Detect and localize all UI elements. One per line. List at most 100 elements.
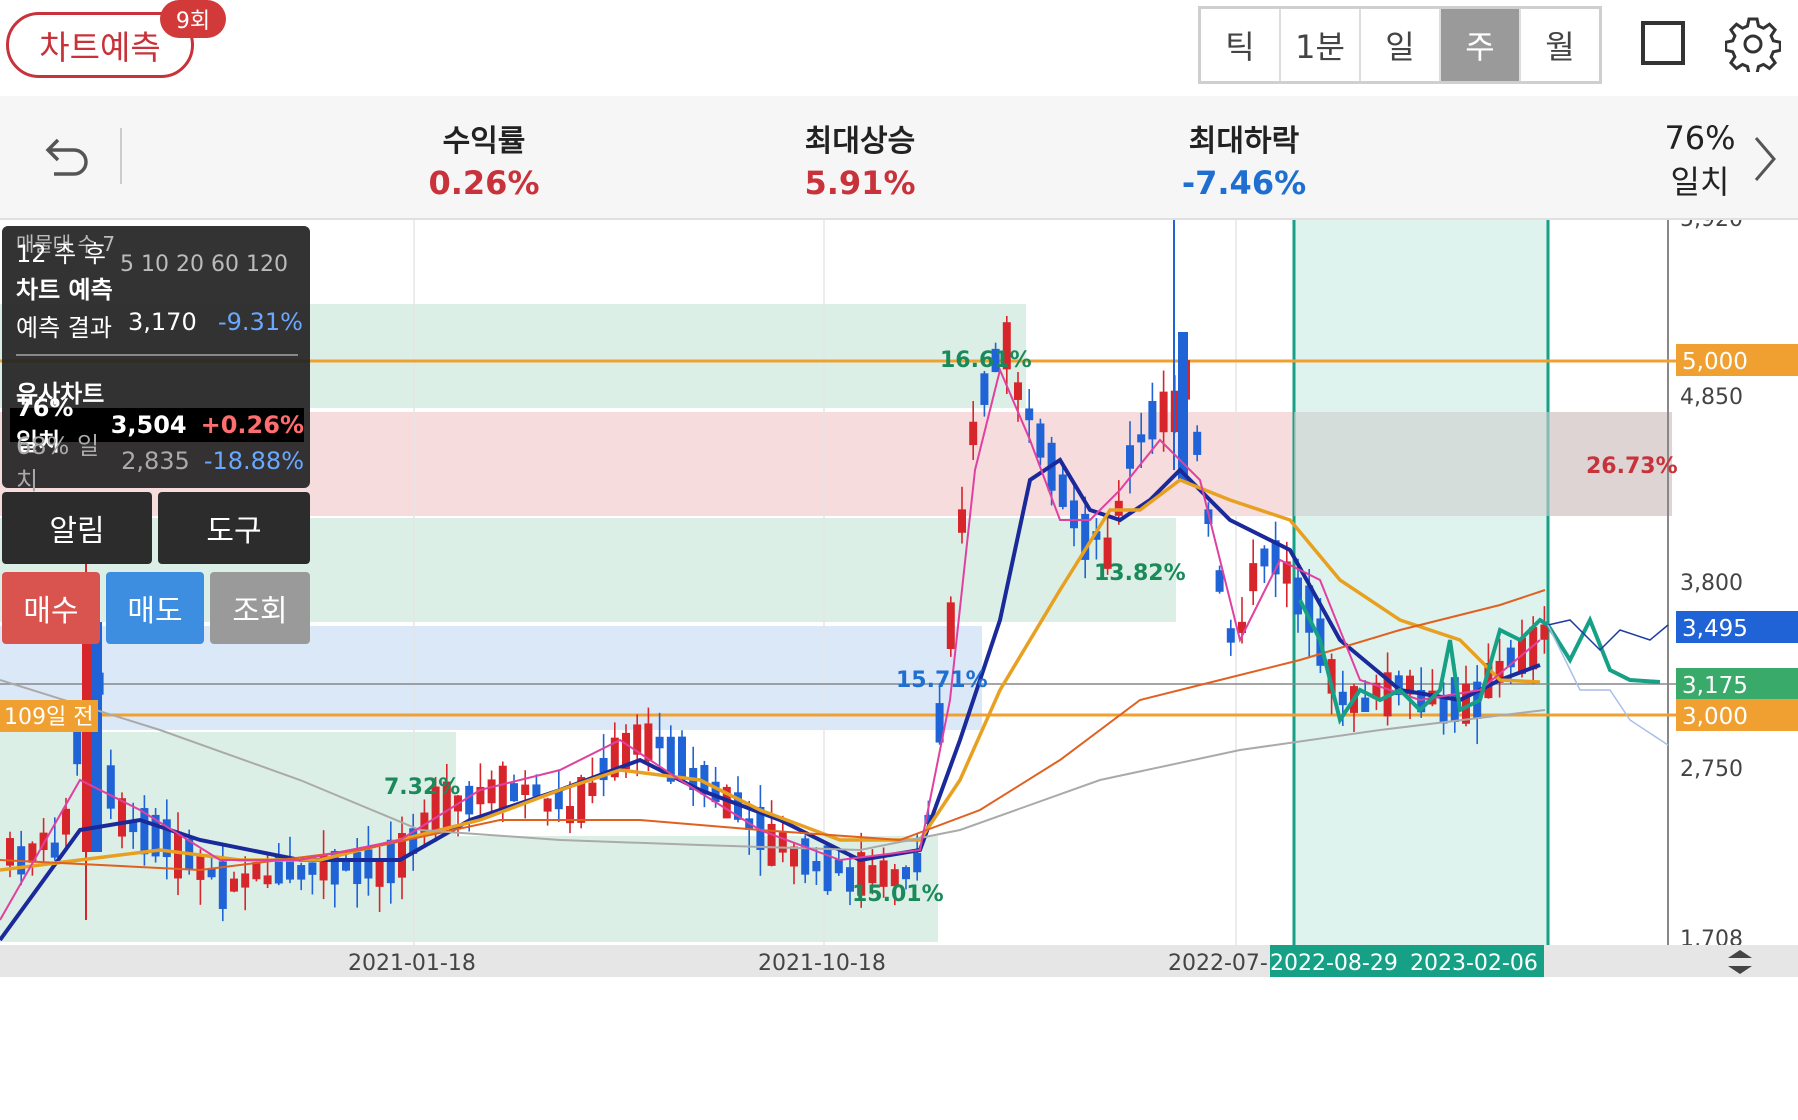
candle-body xyxy=(812,861,821,872)
candle-body xyxy=(1014,382,1022,400)
gear-icon[interactable] xyxy=(1725,16,1781,72)
candle-body xyxy=(678,736,686,781)
zone-percent-label: 13.82% xyxy=(1094,561,1186,586)
ma-legend: 5 10 20 60 120 xyxy=(120,252,288,277)
x-tick-label: 2022-07- xyxy=(1168,951,1268,976)
candle-body xyxy=(958,509,966,533)
period-day[interactable]: 일 xyxy=(1361,9,1441,81)
period-1min[interactable]: 1분 xyxy=(1281,9,1361,81)
candle-body xyxy=(834,859,843,874)
candle-body xyxy=(588,782,597,797)
candle-body xyxy=(82,622,92,852)
candle-body xyxy=(1193,431,1202,455)
inquiry-button[interactable]: 조회 xyxy=(210,572,310,644)
similar2-match: 68% 일치 xyxy=(16,432,100,495)
zone-percent-label: 15.01% xyxy=(852,882,944,907)
candle-body xyxy=(1148,400,1157,440)
candle-body xyxy=(1361,697,1370,712)
candle-body xyxy=(1294,577,1302,615)
candle-body xyxy=(62,808,70,835)
price-tag-label: 3,175 xyxy=(1682,673,1748,699)
predict-result-pct: -9.31% xyxy=(218,308,303,336)
period-tick[interactable]: 틱 xyxy=(1201,9,1281,81)
undo-icon[interactable] xyxy=(36,130,92,186)
match-percent: 76% xyxy=(1664,119,1736,157)
fullscreen-icon[interactable] xyxy=(1641,21,1685,65)
price-tag-label: 3,000 xyxy=(1682,704,1748,730)
candle-body xyxy=(1025,408,1034,421)
match-label: 일치 xyxy=(1670,163,1730,201)
candle-body xyxy=(353,852,362,885)
buy-button[interactable]: 매수 xyxy=(2,572,100,644)
candle-body xyxy=(1439,698,1448,724)
candle-body xyxy=(241,873,250,888)
alert-button[interactable]: 알림 xyxy=(2,492,152,564)
candle-body xyxy=(1159,391,1168,433)
candle-body xyxy=(364,849,373,879)
candle-body xyxy=(174,831,182,879)
max-drop-value: -7.46% xyxy=(1181,164,1307,202)
left-tag-label: 109일 전 xyxy=(4,705,93,730)
weeks-after-label: 12 주 후 xyxy=(16,240,106,268)
similar1-value: 3,504 xyxy=(110,411,187,439)
prediction-info-panel: 매물대 수 7 12 주 후 5 10 20 60 120 차트 예측 예측 결… xyxy=(2,226,310,495)
y-tick-label: 2,750 xyxy=(1680,757,1743,782)
candle-body xyxy=(308,862,317,875)
period-selector: 틱 1분 일 주 월 xyxy=(1198,6,1602,84)
period-month[interactable]: 월 xyxy=(1521,9,1599,81)
candle-body xyxy=(50,842,59,858)
candle-body xyxy=(106,765,115,809)
candle-body xyxy=(1249,563,1258,592)
price-tag-label: 3,495 xyxy=(1682,616,1748,642)
zone-band xyxy=(0,732,456,942)
similar2-value: 2,835 xyxy=(121,447,190,475)
similar-chart-row-2[interactable]: 68% 일치 2,835 -18.88% xyxy=(10,432,304,495)
x-tick-label: 2022-08-29 xyxy=(1270,951,1398,976)
top-bar: 차트예측 9회 틱 1분 일 주 월 xyxy=(0,0,1798,96)
candle-body xyxy=(823,845,832,892)
candle-body xyxy=(1260,548,1269,567)
candle-body xyxy=(801,838,810,875)
candle-body xyxy=(1126,445,1134,469)
tools-button[interactable]: 도구 xyxy=(158,492,310,564)
summary-bar: 수익률 0.26% 최대상승 5.91% 최대하락 -7.46% 76% 일치 xyxy=(0,96,1798,220)
max-drop-label: 최대하락 xyxy=(1188,124,1300,159)
candle-body xyxy=(252,862,261,880)
return-label: 수익률 xyxy=(442,124,526,159)
zone-percent-label: 26.73% xyxy=(1586,454,1678,479)
x-tick-label: 2021-01-18 xyxy=(348,951,476,976)
period-week[interactable]: 주 xyxy=(1441,9,1521,81)
candle-body xyxy=(778,832,787,853)
predict-count-badge: 9회 xyxy=(160,0,226,38)
candle-body xyxy=(790,846,798,867)
candle-body xyxy=(655,736,664,749)
zone-percent-label: 16.61% xyxy=(940,348,1032,373)
candle-body xyxy=(73,729,82,765)
candle-body xyxy=(1226,628,1235,643)
return-stat: 수익률 0.26% xyxy=(364,116,604,202)
chevron-right-icon[interactable] xyxy=(1750,134,1780,184)
predict-result-value: 3,170 xyxy=(128,308,197,336)
candle-body xyxy=(644,723,653,762)
candle-body xyxy=(230,878,238,892)
max-rise-value: 5.91% xyxy=(804,164,916,202)
candle-body xyxy=(375,858,384,887)
predict-result-label: 예측 결과 xyxy=(16,314,112,342)
zone-percent-label: 15.71% xyxy=(896,668,988,693)
match-info[interactable]: 76% 일치 xyxy=(1640,116,1760,204)
candle-body xyxy=(1137,434,1146,443)
x-tick-label: 2023-02-06 xyxy=(1410,951,1538,976)
candle-body xyxy=(207,868,216,878)
y-tick-label: 4,850 xyxy=(1680,385,1743,410)
divider xyxy=(120,128,122,184)
candle-body xyxy=(543,798,552,812)
sell-button[interactable]: 매도 xyxy=(106,572,204,644)
candle-body xyxy=(868,865,877,884)
x-tick-label: 2021-10-18 xyxy=(758,951,886,976)
candle-body xyxy=(1338,691,1347,706)
price-tag-label: 5,000 xyxy=(1682,349,1748,375)
chart-predict-title: 차트 예측 xyxy=(16,276,113,304)
max-drop-stat: 최대하락 -7.46% xyxy=(1124,116,1364,202)
similar2-pct: -18.88% xyxy=(203,447,304,475)
candle-body xyxy=(532,784,541,797)
